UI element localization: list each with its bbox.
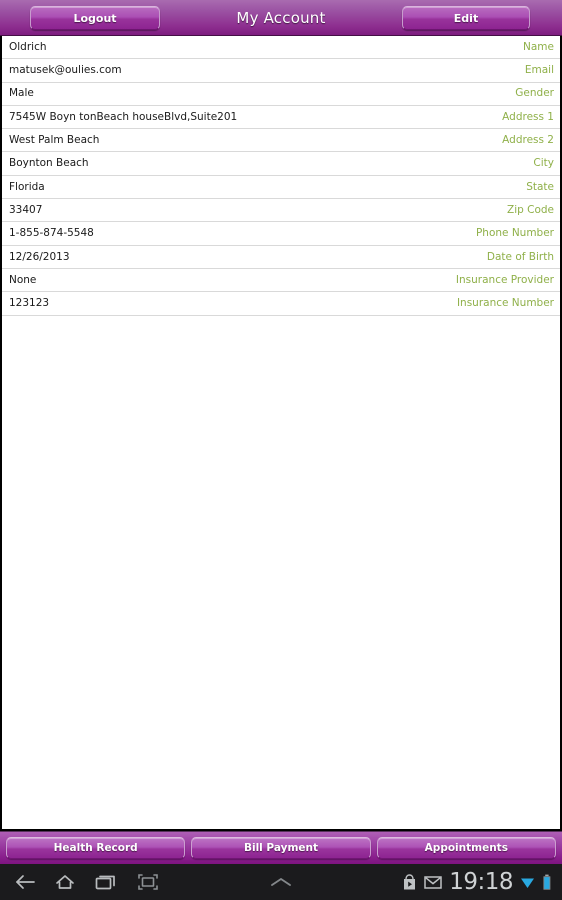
recent-apps-icon[interactable]	[94, 872, 118, 892]
account-field-label: Address 2	[502, 134, 554, 147]
account-field-row[interactable]: 1-855-874-5548 Phone Number	[2, 222, 560, 246]
account-field-row[interactable]: 7545W Boyn tonBeach houseBlvd,Suite201 Ad…	[2, 105, 560, 130]
status-icons: 19:18	[402, 868, 562, 895]
account-field-row[interactable]: West Palm Beach Address 2	[2, 129, 560, 153]
edit-button-label: Edit	[453, 11, 479, 25]
chevron-up-icon[interactable]	[266, 874, 296, 890]
account-field-row[interactable]: None Insurance Provider	[2, 268, 560, 293]
account-field-label: Email	[524, 64, 554, 77]
account-field-value: Boynton Beach	[9, 158, 89, 169]
account-field-value: Male	[9, 88, 34, 99]
play-store-icon[interactable]	[402, 873, 417, 891]
battery-icon[interactable]	[542, 874, 552, 891]
bottom-tab-bar: Health Record Bill Payment Appointments	[0, 831, 562, 864]
tab-label: Health Record	[53, 841, 138, 854]
gmail-envelope-icon[interactable]	[424, 875, 442, 889]
logout-button-label: Logout	[73, 11, 117, 25]
title-bar: Logout My Account Edit	[0, 0, 562, 36]
account-field-label: Zip Code	[507, 203, 554, 216]
system-nav-buttons	[0, 872, 160, 892]
wifi-icon[interactable]	[520, 875, 535, 890]
account-field-row[interactable]: Male Gender	[2, 82, 560, 106]
account-field-value: matusek@oulies.com	[9, 65, 122, 76]
account-field-value: 7545W Boyn tonBeach houseBlvd,Suite201	[9, 111, 238, 123]
notification-expand-area[interactable]	[160, 874, 402, 890]
account-field-list: Oldrich Name matusek@oulies.com Email Male Ge…	[2, 36, 560, 316]
account-field-row[interactable]: Florida State	[2, 175, 560, 200]
account-field-label: State	[526, 180, 554, 193]
account-field-row[interactable]: matusek@oulies.com Email	[2, 59, 560, 83]
account-field-label: City	[533, 157, 554, 170]
account-field-label: Gender	[515, 87, 554, 100]
account-field-label: Name	[523, 40, 554, 53]
account-field-value: 123123	[9, 298, 50, 309]
account-field-value: None	[9, 274, 37, 286]
account-field-value: Oldrich	[9, 41, 47, 53]
back-arrow-icon[interactable]	[14, 872, 36, 892]
edit-button[interactable]: Edit	[402, 6, 530, 30]
account-field-value: Florida	[9, 181, 45, 193]
tab-bill-payment[interactable]: Bill Payment	[191, 836, 371, 859]
tab-label: Appointments	[424, 841, 508, 854]
account-field-row[interactable]: 123123 Insurance Number	[2, 292, 560, 316]
account-field-row[interactable]: Oldrich Name	[2, 36, 560, 60]
app-root: Logout My Account Edit Oldrich Name matuse…	[0, 0, 562, 900]
account-field-value: 1-855-874-5548	[9, 228, 94, 239]
account-field-row[interactable]: 33407 Zip Code	[2, 199, 560, 223]
account-field-row[interactable]: Boynton Beach City	[2, 152, 560, 176]
status-clock: 19:18	[449, 868, 513, 895]
account-field-value: 33407	[9, 204, 43, 216]
android-system-bar: 19:18	[0, 864, 562, 900]
tab-appointments[interactable]: Appointments	[376, 836, 556, 859]
logout-button[interactable]: Logout	[30, 6, 160, 30]
tab-health-record[interactable]: Health Record	[6, 836, 186, 859]
account-field-label: Insurance Provider	[455, 273, 554, 286]
account-field-label: Address 1	[502, 110, 554, 123]
content-area: Oldrich Name matusek@oulies.com Email Male Ge…	[0, 36, 562, 831]
account-field-label: Phone Number	[475, 227, 554, 240]
account-field-label: Date of Birth	[486, 250, 554, 263]
account-field-row[interactable]: 12/26/2013 Date of Birth	[2, 245, 560, 269]
screenshot-icon[interactable]	[136, 872, 160, 892]
account-field-label: Insurance Number	[456, 297, 554, 310]
account-field-value: 12/26/2013	[9, 251, 70, 263]
account-field-value: West Palm Beach	[9, 135, 100, 146]
tab-label: Bill Payment	[243, 841, 319, 854]
home-icon[interactable]	[54, 872, 76, 892]
